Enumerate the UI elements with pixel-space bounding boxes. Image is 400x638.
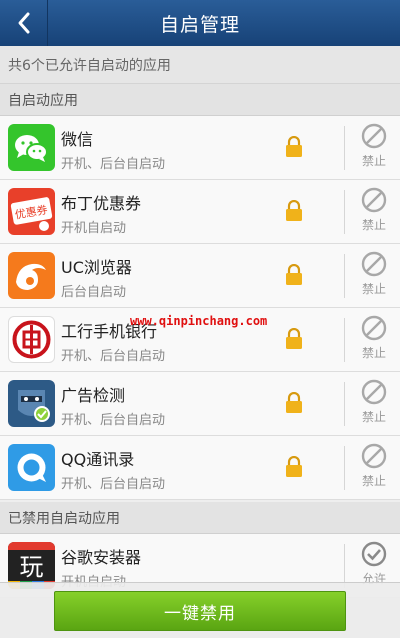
disable-button[interactable]: 禁止	[348, 314, 400, 366]
app-name: 广告检测	[61, 386, 126, 405]
lock-icon	[286, 200, 302, 221]
disable-button[interactable]: 禁止	[348, 186, 400, 238]
app-name: QQ通讯录	[61, 450, 135, 469]
app-row-ad-detect[interactable]: 广告检测 开机、后台自启动 禁止	[0, 372, 400, 436]
prohibit-icon	[361, 443, 387, 469]
app-desc: 开机、后台自启动	[61, 157, 166, 172]
lock-icon	[286, 456, 302, 477]
lock-icon	[286, 392, 302, 413]
summary-text: 共6个已允许自启动的应用	[0, 46, 400, 84]
coupon-icon: 优惠券	[8, 188, 55, 235]
disable-label: 禁止	[361, 474, 386, 488]
disable-button[interactable]: 禁止	[348, 442, 400, 494]
app-row-wechat[interactable]: 微信 开机、后台自启动 禁止	[0, 116, 400, 180]
divider	[344, 190, 345, 234]
disable-label: 禁止	[361, 410, 386, 424]
watermark-text: www.qinpinchang.com	[130, 314, 268, 328]
title-bar: 自启管理	[0, 0, 400, 46]
qq-contacts-icon	[8, 444, 55, 491]
disable-label: 禁止	[361, 346, 386, 360]
back-arrow-icon	[18, 12, 29, 34]
divider	[344, 318, 345, 362]
disable-button[interactable]: 禁止	[348, 250, 400, 302]
prohibit-icon	[361, 251, 387, 277]
app-name: 谷歌安装器	[61, 548, 142, 567]
divider	[344, 446, 345, 490]
lock-icon	[286, 136, 302, 157]
app-desc: 开机、后台自启动	[61, 477, 166, 492]
uc-browser-icon	[8, 252, 55, 299]
disable-button[interactable]: 禁止	[348, 122, 400, 174]
back-button[interactable]	[0, 0, 48, 46]
prohibit-icon	[361, 123, 387, 149]
prohibit-icon	[361, 315, 387, 341]
icbc-icon	[8, 316, 55, 363]
app-row-qq-contacts[interactable]: QQ通讯录 开机、后台自启动 禁止	[0, 436, 400, 500]
app-name: 微信	[61, 130, 94, 149]
section-enabled-header: 自启动应用	[0, 84, 400, 116]
disable-label: 禁止	[361, 218, 386, 232]
app-name: UC浏览器	[61, 258, 132, 277]
prohibit-icon	[361, 187, 387, 213]
app-desc: 开机自启动	[61, 221, 127, 236]
app-desc: 开机、后台自启动	[61, 349, 166, 364]
disable-button[interactable]: 禁止	[348, 378, 400, 430]
lock-icon	[286, 264, 302, 285]
app-row-uc-browser[interactable]: UC浏览器 后台自启动 禁止	[0, 244, 400, 308]
check-circle-icon	[361, 541, 387, 567]
app-desc: 开机、后台自启动	[61, 413, 166, 428]
page-title: 自启管理	[159, 13, 240, 36]
lock-icon	[286, 328, 302, 349]
app-name: 布丁优惠券	[61, 194, 142, 213]
divider	[344, 126, 345, 170]
bottom-bar: 一键禁用	[0, 582, 400, 638]
section-disabled-header: 已禁用自启动应用	[0, 502, 400, 534]
divider	[344, 382, 345, 426]
google-icon-text: 玩	[20, 553, 44, 581]
disable-all-button[interactable]: 一键禁用	[54, 591, 346, 631]
app-desc: 后台自启动	[61, 285, 127, 300]
wechat-icon	[8, 124, 55, 171]
app-row-coupon[interactable]: 优惠券 布丁优惠券 开机自启动 禁止	[0, 180, 400, 244]
divider	[344, 254, 345, 298]
disable-label: 禁止	[361, 154, 386, 168]
disable-label: 禁止	[361, 282, 386, 296]
ad-detect-icon	[8, 380, 55, 427]
prohibit-icon	[361, 379, 387, 405]
